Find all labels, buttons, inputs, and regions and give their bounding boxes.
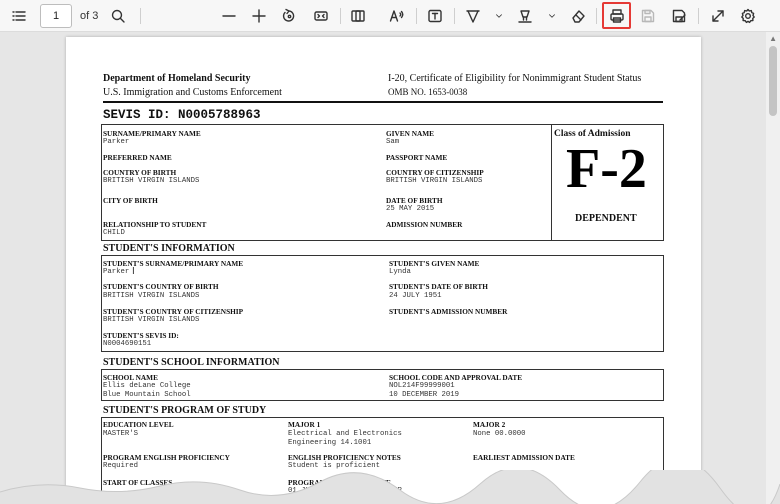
draw-options-chevron-icon[interactable]: [492, 4, 506, 28]
major1-value-line-1: Electrical and Electronics: [288, 430, 402, 438]
student-info-heading: STUDENT'S INFORMATION: [103, 243, 235, 254]
given-name-value: Sam: [386, 138, 400, 146]
toolbar-divider: [596, 8, 597, 24]
english-proficiency-value: Required: [103, 462, 139, 470]
page-number-input[interactable]: [40, 4, 72, 28]
toolbar-divider: [416, 8, 417, 24]
city-of-birth-label: CITY OF BIRTH: [103, 196, 158, 205]
date-of-birth-value: 25 MAY 2015: [386, 205, 435, 213]
student-sevis-value: N0004690151: [103, 340, 152, 348]
form-title: I-20, Certificate of Eligibility for Non…: [388, 73, 642, 84]
toolbar-divider: [698, 8, 699, 24]
subagency-name: U.S. Immigration and Customs Enforcement: [103, 87, 282, 98]
english-proficiency-label: PROGRAM ENGLISH PROFICIENCY: [103, 453, 230, 462]
toolbar-divider: [140, 8, 141, 24]
omb-number: OMB NO. 1653-0038: [388, 87, 468, 97]
zoom-in-icon[interactable]: [248, 4, 270, 28]
earliest-admission-label: EARLIEST ADMISSION DATE: [473, 453, 575, 462]
toolbar-divider: [454, 8, 455, 24]
preferred-name-label: PREFERRED NAME: [103, 153, 172, 162]
school-info-heading: STUDENT'S SCHOOL INFORMATION: [103, 357, 280, 368]
page-count: of 3: [80, 10, 99, 22]
page-view-icon[interactable]: [347, 4, 369, 28]
school-code-label: SCHOOL CODE AND APPROVAL DATE: [389, 373, 523, 382]
save-as-icon[interactable]: [668, 4, 690, 28]
student-given-name-label: STUDENT'S GIVEN NAME: [389, 259, 480, 268]
student-surname-value: Parker: [103, 268, 130, 276]
fullscreen-icon[interactable]: [707, 4, 729, 28]
education-level-label: EDUCATION LEVEL: [103, 420, 174, 429]
settings-icon[interactable]: [737, 4, 759, 28]
school-name-label: SCHOOL NAME: [103, 373, 158, 382]
header-rule: [103, 101, 663, 103]
draw-icon[interactable]: [462, 4, 484, 28]
class-description: DEPENDENT: [575, 213, 637, 224]
scrollbar-thumb[interactable]: [769, 46, 777, 116]
sevis-id: SEVIS ID: N0005788963: [103, 108, 261, 122]
major1-value-line-2: Engineering 14.1001: [288, 439, 372, 447]
date-of-birth-label: DATE OF BIRTH: [386, 196, 443, 205]
fit-page-icon[interactable]: [310, 4, 332, 28]
student-given-name-value: Lynda: [389, 268, 411, 276]
student-admission-number-label: STUDENT'S ADMISSION NUMBER: [389, 307, 508, 316]
student-country-of-birth-value: BRITISH VIRGIN ISLANDS: [103, 292, 200, 300]
student-country-of-birth-label: STUDENT'S COUNTRY OF BIRTH: [103, 282, 219, 291]
student-sevis-label: STUDENT'S SEVIS ID:: [103, 331, 179, 340]
student-citizenship-value: BRITISH VIRGIN ISLANDS: [103, 316, 200, 324]
text-cursor-icon: I: [132, 266, 135, 277]
search-icon[interactable]: [107, 4, 129, 28]
student-info-box: [101, 255, 664, 352]
print-icon[interactable]: [606, 4, 628, 28]
passport-name-label: PASSPORT NAME: [386, 153, 448, 162]
english-notes-value: Student is proficient: [288, 462, 380, 470]
surname-label: SURNAME/PRIMARY NAME: [103, 129, 201, 138]
toolbar-divider: [340, 8, 341, 24]
given-name-label: GIVEN NAME: [386, 129, 435, 138]
zoom-out-icon[interactable]: [218, 4, 240, 28]
admission-number-label: ADMISSION NUMBER: [386, 220, 463, 229]
highlight-icon[interactable]: [514, 4, 536, 28]
program-heading: STUDENT'S PROGRAM OF STUDY: [103, 405, 267, 416]
pdf-page: Department of Homeland Security U.S. Imm…: [66, 37, 701, 504]
rotate-icon[interactable]: [278, 4, 300, 28]
school-code-value: NOL214F99999001: [389, 382, 455, 390]
contents-icon[interactable]: [8, 4, 30, 28]
student-surname-label: STUDENT'S SURNAME/PRIMARY NAME: [103, 259, 244, 268]
country-of-citizenship-label: COUNTRY OF CITIZENSHIP: [386, 168, 484, 177]
relationship-value: CHILD: [103, 229, 125, 237]
surname-value: Parker: [103, 138, 130, 146]
scroll-up-icon[interactable]: ▲: [769, 34, 777, 43]
class-of-admission-value: F-2: [566, 138, 647, 200]
school-approval-date: 10 DECEMBER 2019: [389, 391, 460, 399]
class-divider: [551, 124, 552, 241]
student-dob-value: 24 JULY 1951: [389, 292, 442, 300]
highlight-options-chevron-icon[interactable]: [545, 4, 559, 28]
major2-value: None 00.0000: [473, 430, 526, 438]
english-notes-label: ENGLISH PROFICIENCY NOTES: [288, 453, 401, 462]
save-icon[interactable]: [637, 4, 659, 28]
major1-label: MAJOR 1: [288, 420, 321, 429]
torn-edge-overlay: [0, 470, 780, 504]
country-of-birth-value: BRITISH VIRGIN ISLANDS: [103, 177, 200, 185]
read-aloud-icon[interactable]: [386, 4, 408, 28]
country-of-citizenship-value: BRITISH VIRGIN ISLANDS: [386, 177, 483, 185]
school-name-line-2: Blue Mountain School: [103, 391, 191, 399]
country-of-birth-label: COUNTRY OF BIRTH: [103, 168, 177, 177]
major2-label: MAJOR 2: [473, 420, 506, 429]
student-citizenship-label: STUDENT'S COUNTRY OF CITIZENSHIP: [103, 307, 244, 316]
student-dob-label: STUDENT'S DATE OF BIRTH: [389, 282, 488, 291]
education-level-value: MASTER'S: [103, 430, 139, 438]
relationship-label: RELATIONSHIP TO STUDENT: [103, 220, 207, 229]
text-box-icon[interactable]: [424, 4, 446, 28]
agency-name: Department of Homeland Security: [103, 73, 251, 84]
school-name-line-1: Ellis deLane College: [103, 382, 191, 390]
pdf-toolbar: of 3: [0, 0, 780, 32]
erase-icon[interactable]: [567, 4, 589, 28]
